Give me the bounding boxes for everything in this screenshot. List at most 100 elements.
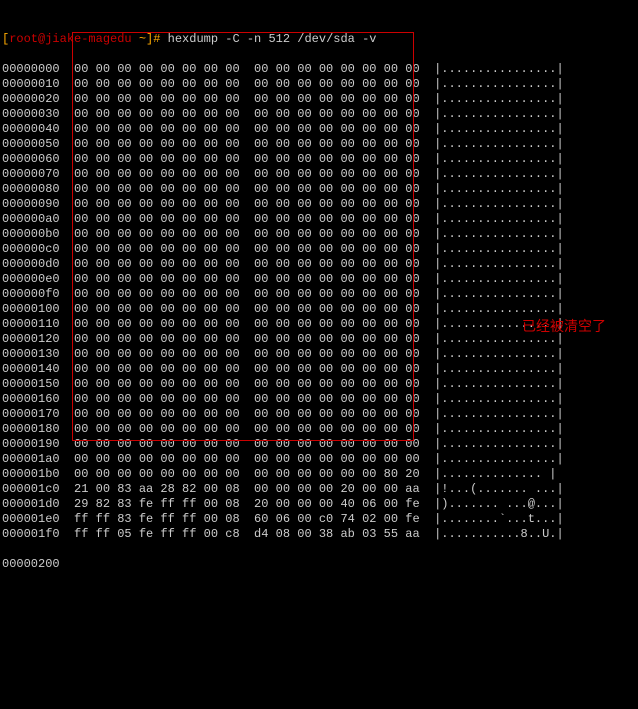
hex-bytes: 00 00 00 00 00 00 00 00 00 00 00 00 00 0…	[74, 257, 420, 271]
offset: 00000010	[2, 77, 60, 92]
end-offset: 00000200	[2, 557, 60, 572]
ascii-column: |................|	[434, 92, 564, 106]
terminal-output: [root@jiake-magedu ~]# hexdump -C -n 512…	[2, 17, 638, 617]
offset: 00000150	[2, 377, 60, 392]
prompt-cwd: ~	[139, 32, 146, 46]
hex-bytes: 00 00 00 00 00 00 00 00 00 00 00 00 00 0…	[74, 377, 420, 391]
hex-bytes: 00 00 00 00 00 00 00 00 00 00 00 00 00 0…	[74, 197, 420, 211]
offset: 000000c0	[2, 242, 60, 257]
ascii-column: |................|	[434, 62, 564, 76]
hexdump-row: 00000180 00 00 00 00 00 00 00 00 00 00 0…	[2, 422, 638, 437]
hexdump-row: 00000120 00 00 00 00 00 00 00 00 00 00 0…	[2, 332, 638, 347]
hexdump-row: 000000d0 00 00 00 00 00 00 00 00 00 00 0…	[2, 257, 638, 272]
ascii-column: |................|	[434, 257, 564, 271]
ascii-column: |................|	[434, 422, 564, 436]
hexdump-row: 00000080 00 00 00 00 00 00 00 00 00 00 0…	[2, 182, 638, 197]
hexdump-row: 00000090 00 00 00 00 00 00 00 00 00 00 0…	[2, 197, 638, 212]
hexdump-row: 00000160 00 00 00 00 00 00 00 00 00 00 0…	[2, 392, 638, 407]
hexdump-row: 00000030 00 00 00 00 00 00 00 00 00 00 0…	[2, 107, 638, 122]
hex-bytes: 00 00 00 00 00 00 00 00 00 00 00 00 00 0…	[74, 287, 420, 301]
ascii-column: |........`...t...|	[434, 512, 564, 526]
hex-bytes: 00 00 00 00 00 00 00 00 00 00 00 00 00 0…	[74, 362, 420, 376]
ascii-column: |................|	[434, 167, 564, 181]
hex-bytes: 00 00 00 00 00 00 00 00 00 00 00 00 00 0…	[74, 77, 420, 91]
hexdump-row: 00000000 00 00 00 00 00 00 00 00 00 00 0…	[2, 62, 638, 77]
offset: 00000000	[2, 62, 60, 77]
hexdump-row: 000000f0 00 00 00 00 00 00 00 00 00 00 0…	[2, 287, 638, 302]
hex-bytes: 00 00 00 00 00 00 00 00 00 00 00 00 00 0…	[74, 347, 420, 361]
offset: 00000170	[2, 407, 60, 422]
ascii-column: |................|	[434, 212, 564, 226]
ascii-column: |)....... ...@...|	[434, 497, 564, 511]
offset: 00000180	[2, 422, 60, 437]
offset: 000001c0	[2, 482, 60, 497]
hexdump-row: 000000a0 00 00 00 00 00 00 00 00 00 00 0…	[2, 212, 638, 227]
ascii-column: |................|	[434, 392, 564, 406]
offset: 000001a0	[2, 452, 60, 467]
offset: 00000020	[2, 92, 60, 107]
hex-bytes: 00 00 00 00 00 00 00 00 00 00 00 00 00 0…	[74, 62, 420, 76]
hex-bytes: 00 00 00 00 00 00 00 00 00 00 00 00 00 0…	[74, 107, 420, 121]
ascii-column: |!...(....... ...|	[434, 482, 564, 496]
offset: 000001e0	[2, 512, 60, 527]
hexdump-row: 00000050 00 00 00 00 00 00 00 00 00 00 0…	[2, 137, 638, 152]
offset: 00000130	[2, 347, 60, 362]
ascii-column: |................|	[434, 407, 564, 421]
hexdump-row: 000001b0 00 00 00 00 00 00 00 00 00 00 0…	[2, 467, 638, 482]
hexdump-row: 00000060 00 00 00 00 00 00 00 00 00 00 0…	[2, 152, 638, 167]
offset: 000000b0	[2, 227, 60, 242]
ascii-column: |................|	[434, 272, 564, 286]
hex-bytes: 00 00 00 00 00 00 00 00 00 00 00 00 00 0…	[74, 437, 420, 451]
offset: 000000f0	[2, 287, 60, 302]
ascii-column: |................|	[434, 452, 564, 466]
ascii-column: |................|	[434, 362, 564, 376]
hexdump-row: 00000130 00 00 00 00 00 00 00 00 00 00 0…	[2, 347, 638, 362]
offset: 000001b0	[2, 467, 60, 482]
offset: 000000e0	[2, 272, 60, 287]
hex-bytes: 00 00 00 00 00 00 00 00 00 00 00 00 00 0…	[74, 212, 420, 226]
ascii-column: |................|	[434, 227, 564, 241]
offset: 00000040	[2, 122, 60, 137]
hex-bytes: 00 00 00 00 00 00 00 00 00 00 00 00 00 0…	[74, 452, 420, 466]
offset: 00000060	[2, 152, 60, 167]
hex-bytes: 00 00 00 00 00 00 00 00 00 00 00 00 00 0…	[74, 467, 420, 481]
hexdump-row: 000000b0 00 00 00 00 00 00 00 00 00 00 0…	[2, 227, 638, 242]
offset: 000001f0	[2, 527, 60, 542]
offset: 00000080	[2, 182, 60, 197]
ascii-column: |................|	[434, 317, 564, 331]
hex-bytes: 00 00 00 00 00 00 00 00 00 00 00 00 00 0…	[74, 332, 420, 346]
hex-bytes: 29 82 83 fe ff ff 00 08 20 00 00 00 40 0…	[74, 497, 420, 511]
ascii-column: |................|	[434, 332, 564, 346]
hex-bytes: 00 00 00 00 00 00 00 00 00 00 00 00 00 0…	[74, 92, 420, 106]
ascii-column: |................|	[434, 182, 564, 196]
ascii-column: |................|	[434, 137, 564, 151]
hex-bytes: 00 00 00 00 00 00 00 00 00 00 00 00 00 0…	[74, 137, 420, 151]
hexdump-row: 000001e0 ff ff 83 fe ff ff 00 08 60 06 0…	[2, 512, 638, 527]
prompt-line[interactable]: [root@jiake-magedu ~]# hexdump -C -n 512…	[2, 32, 638, 47]
ascii-column: |................|	[434, 287, 564, 301]
hex-bytes: 00 00 00 00 00 00 00 00 00 00 00 00 00 0…	[74, 272, 420, 286]
offset: 00000090	[2, 197, 60, 212]
offset: 00000030	[2, 107, 60, 122]
hex-bytes: 00 00 00 00 00 00 00 00 00 00 00 00 00 0…	[74, 182, 420, 196]
ascii-column: |................|	[434, 107, 564, 121]
end-offset-line: 00000200	[2, 557, 638, 572]
offset: 00000070	[2, 167, 60, 182]
offset: 00000100	[2, 302, 60, 317]
hex-bytes: ff ff 05 fe ff ff 00 c8 d4 08 00 38 ab 0…	[74, 527, 420, 541]
hex-bytes: 00 00 00 00 00 00 00 00 00 00 00 00 00 0…	[74, 302, 420, 316]
offset: 00000160	[2, 392, 60, 407]
hex-bytes: 00 00 00 00 00 00 00 00 00 00 00 00 00 0…	[74, 227, 420, 241]
ascii-column: |................|	[434, 197, 564, 211]
hexdump-row: 000000c0 00 00 00 00 00 00 00 00 00 00 0…	[2, 242, 638, 257]
hexdump-row: 00000170 00 00 00 00 00 00 00 00 00 00 0…	[2, 407, 638, 422]
offset: 00000140	[2, 362, 60, 377]
hex-bytes: 00 00 00 00 00 00 00 00 00 00 00 00 00 0…	[74, 422, 420, 436]
hexdump-row: 00000110 00 00 00 00 00 00 00 00 00 00 0…	[2, 317, 638, 332]
offset: 000000a0	[2, 212, 60, 227]
hexdump-row: 00000070 00 00 00 00 00 00 00 00 00 00 0…	[2, 167, 638, 182]
ascii-column: |................|	[434, 242, 564, 256]
ascii-column: |................|	[434, 77, 564, 91]
offset: 00000120	[2, 332, 60, 347]
offset: 00000110	[2, 317, 60, 332]
